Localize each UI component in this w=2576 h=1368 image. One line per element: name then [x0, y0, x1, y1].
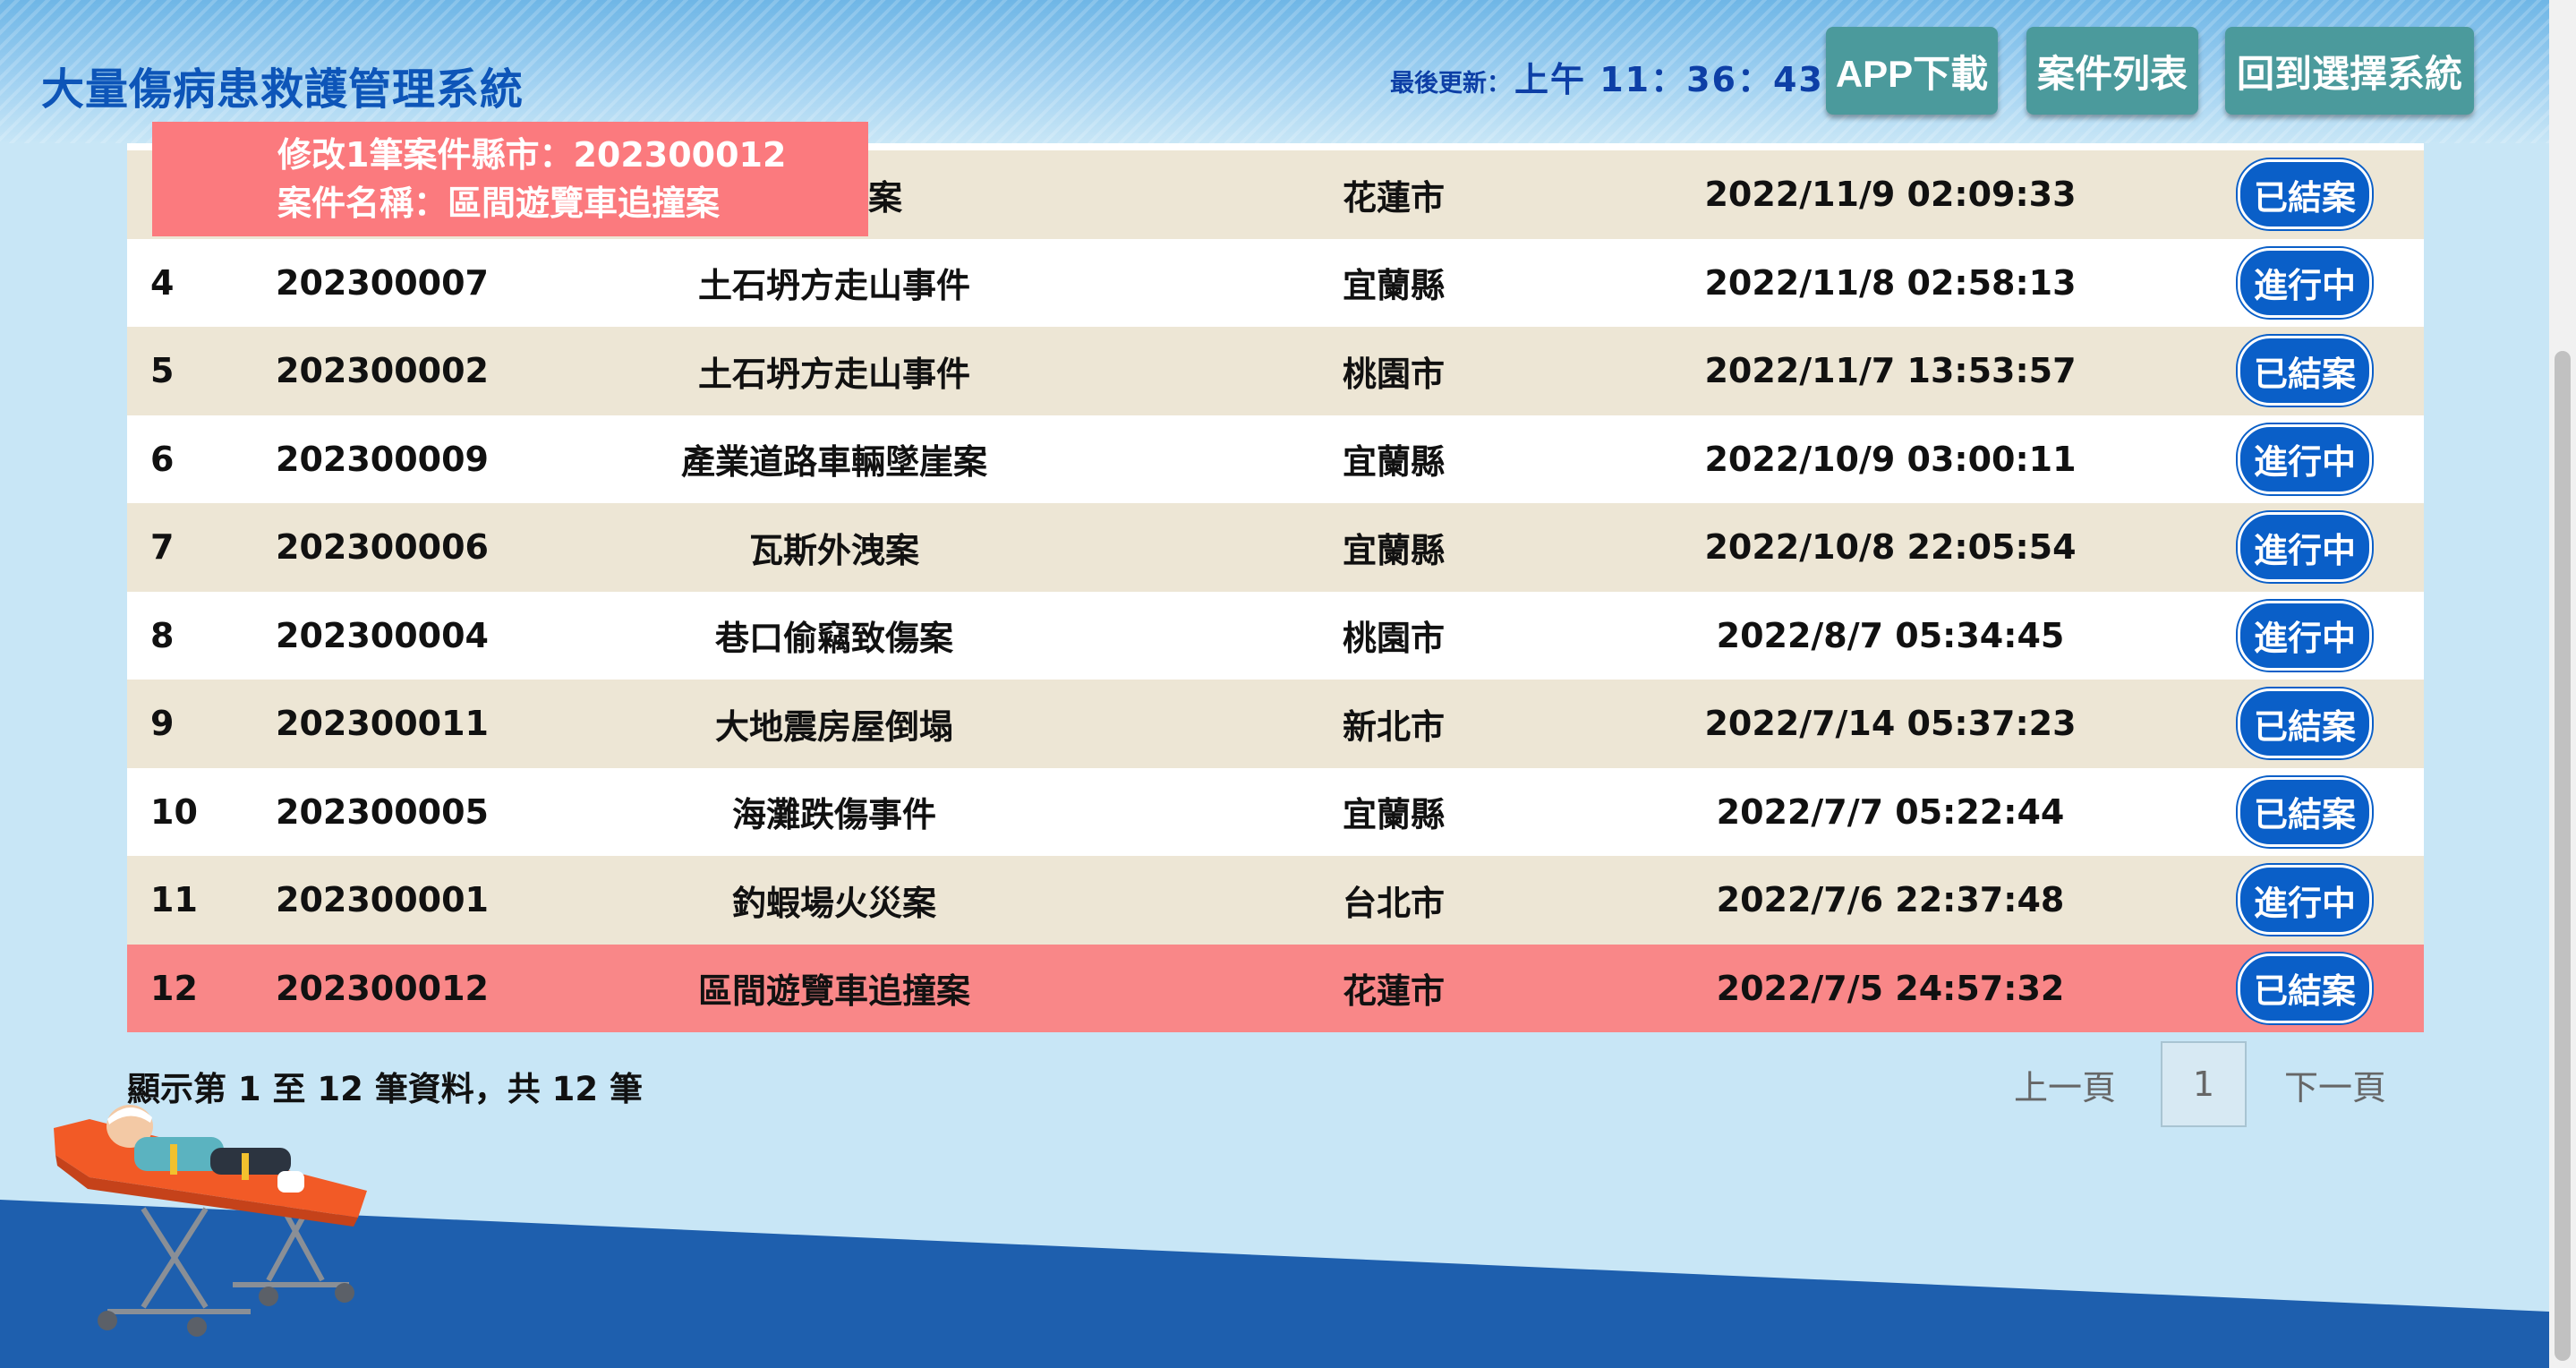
status-cell: 進行中 [2238, 415, 2372, 504]
last-update-label: 最後更新： [1390, 70, 1511, 98]
row-index: 10 [150, 791, 198, 832]
case-id: 202300009 [276, 439, 489, 479]
row-index: 12 [150, 968, 198, 1008]
table-row[interactable]: 11 202300001 釣蝦場火災案 台北市 2022/7/6 22:37:48 進行中 [127, 856, 2424, 945]
case-table: 山硫磺案花蓮市2022/11/9 02:09:33已結案4202300007土石… [127, 143, 2424, 1032]
case-time: 2022/11/7 13:53:57 [1704, 351, 2077, 391]
case-city: 新北市 [1342, 706, 1445, 747]
case-city: 宜蘭縣 [1342, 442, 1445, 483]
row-index: 6 [150, 439, 175, 479]
case-city: 花蓮市 [1342, 971, 1445, 1012]
update-notification: 修改1筆案件縣市：202300012 案件名稱：區間遊覽車追撞案 [152, 122, 868, 236]
app-title: 大量傷病患救護管理系統 [41, 64, 525, 115]
status-button[interactable]: 已結案 [2238, 159, 2372, 230]
status-button[interactable]: 進行中 [2238, 600, 2372, 671]
status-button[interactable]: 已結案 [2238, 336, 2372, 406]
prev-page-link[interactable]: 上一頁 [2014, 1041, 2116, 1127]
row-index: 4 [150, 262, 175, 303]
table-row[interactable]: 10 202300005 海灘跌傷事件 宜蘭縣 2022/7/7 05:22:44 已結案 [127, 767, 2424, 857]
case-city: 宜蘭縣 [1342, 795, 1445, 835]
current-page-button[interactable]: 1 [2161, 1041, 2247, 1127]
case-list-button[interactable]: 案件列表 [2026, 27, 2198, 115]
table-row[interactable]: 5 202300002 土石坍方走山事件 桃園市 2022/11/7 13:53:57 已… [127, 327, 2424, 415]
status-button[interactable]: 進行中 [2238, 512, 2372, 583]
case-id: 202300002 [276, 351, 489, 391]
case-name: 區間遊覽車追撞案 [697, 971, 970, 1012]
case-time: 2022/10/9 03:00:11 [1704, 439, 2077, 479]
case-city: 花蓮市 [1342, 177, 1445, 218]
case-time: 2022/7/7 05:22:44 [1716, 791, 2065, 832]
case-name: 產業道路車輛墜崖案 [680, 442, 987, 483]
case-id: 202300012 [276, 968, 489, 1008]
status-cell: 進行中 [2238, 856, 2372, 945]
row-index: 8 [150, 615, 175, 655]
case-name: 瓦斯外洩案 [748, 530, 919, 570]
table-row[interactable]: 12 202300012 區間遊覽車追撞案 花蓮市 2022/7/5 24:57:32 已… [127, 944, 2424, 1033]
status-cell: 已結案 [2238, 327, 2372, 415]
notification-line-1: 修改1筆案件縣市：202300012 [277, 135, 787, 175]
case-time: 2022/11/9 02:09:33 [1704, 175, 2077, 215]
row-index: 5 [150, 351, 175, 391]
table-row[interactable]: 6 202300009 產業道路車輛墜崖案 宜蘭縣 2022/10/9 03:00:11… [127, 415, 2424, 504]
table-row[interactable]: 8 202300004 巷口偷竊致傷案 桃園市 2022/8/7 05:34:45 進行中 [127, 591, 2424, 680]
case-city: 台北市 [1342, 883, 1445, 923]
next-page-link[interactable]: 下一頁 [2284, 1041, 2386, 1127]
status-button[interactable]: 進行中 [2238, 247, 2372, 318]
case-id: 202300011 [276, 704, 489, 744]
status-button[interactable]: 已結案 [2238, 953, 2372, 1023]
last-update-time: 上午 11：36：43 [1514, 60, 1824, 99]
case-name: 土石坍方走山事件 [697, 354, 970, 394]
case-id: 202300007 [276, 262, 489, 303]
status-cell: 已結案 [2238, 945, 2372, 1033]
case-time: 2022/7/6 22:37:48 [1716, 880, 2065, 920]
case-time: 2022/10/8 22:05:54 [1704, 527, 2077, 568]
status-cell: 已結案 [2238, 680, 2372, 768]
case-city: 宜蘭縣 [1342, 530, 1445, 570]
table-row[interactable]: 9 202300011 大地震房屋倒塌 新北市 2022/7/14 05:37:23 已結… [127, 680, 2424, 768]
case-id: 202300004 [276, 615, 489, 655]
status-cell: 進行中 [2238, 239, 2372, 328]
status-cell: 進行中 [2238, 592, 2372, 680]
case-name: 海灘跌傷事件 [731, 795, 936, 835]
case-time: 2022/11/8 02:58:13 [1704, 262, 2077, 303]
stretcher-illustration-icon [54, 1105, 367, 1337]
case-time: 2022/7/5 24:57:32 [1716, 968, 2065, 1008]
case-name: 釣蝦場火災案 [731, 883, 936, 923]
case-id: 202300006 [276, 527, 489, 568]
case-time: 2022/8/7 05:34:45 [1716, 615, 2065, 655]
last-update: 最後更新： 上午 11：36：43 [1390, 52, 1824, 101]
case-name: 巷口偷竊致傷案 [714, 619, 953, 659]
row-index: 7 [150, 527, 175, 568]
case-city: 桃園市 [1342, 354, 1445, 394]
table-row[interactable]: 7 202300006 瓦斯外洩案 宜蘭縣 2022/10/8 22:05:54 進行中 [127, 503, 2424, 592]
status-button[interactable]: 進行中 [2238, 865, 2372, 936]
status-button[interactable]: 已結案 [2238, 776, 2372, 847]
case-name: 大地震房屋倒塌 [714, 706, 953, 747]
status-cell: 已結案 [2238, 768, 2372, 857]
case-id: 202300005 [276, 791, 489, 832]
status-cell: 進行中 [2238, 503, 2372, 592]
row-index: 11 [150, 880, 198, 920]
case-city: 宜蘭縣 [1342, 266, 1445, 306]
status-button[interactable]: 已結案 [2238, 688, 2372, 759]
case-city: 桃園市 [1342, 619, 1445, 659]
app-download-button[interactable]: APP下載 [1826, 27, 1998, 115]
back-to-select-button[interactable]: 回到選擇系統 [2225, 27, 2474, 115]
case-name: 土石坍方走山事件 [697, 266, 970, 306]
notification-line-2: 案件名稱：區間遊覽車追撞案 [277, 184, 721, 223]
row-index: 9 [150, 704, 175, 744]
status-button[interactable]: 進行中 [2238, 423, 2372, 494]
table-row[interactable]: 4 202300007 土石坍方走山事件 宜蘭縣 2022/11/8 02:58:13 進… [127, 238, 2424, 328]
case-time: 2022/7/14 05:37:23 [1704, 704, 2077, 744]
case-id: 202300001 [276, 880, 489, 920]
scrollbar-thumb[interactable] [2555, 351, 2571, 1361]
table-body: 山硫磺案花蓮市2022/11/9 02:09:33已結案4202300007土石… [127, 150, 2424, 1032]
status-cell: 已結案 [2238, 150, 2372, 239]
